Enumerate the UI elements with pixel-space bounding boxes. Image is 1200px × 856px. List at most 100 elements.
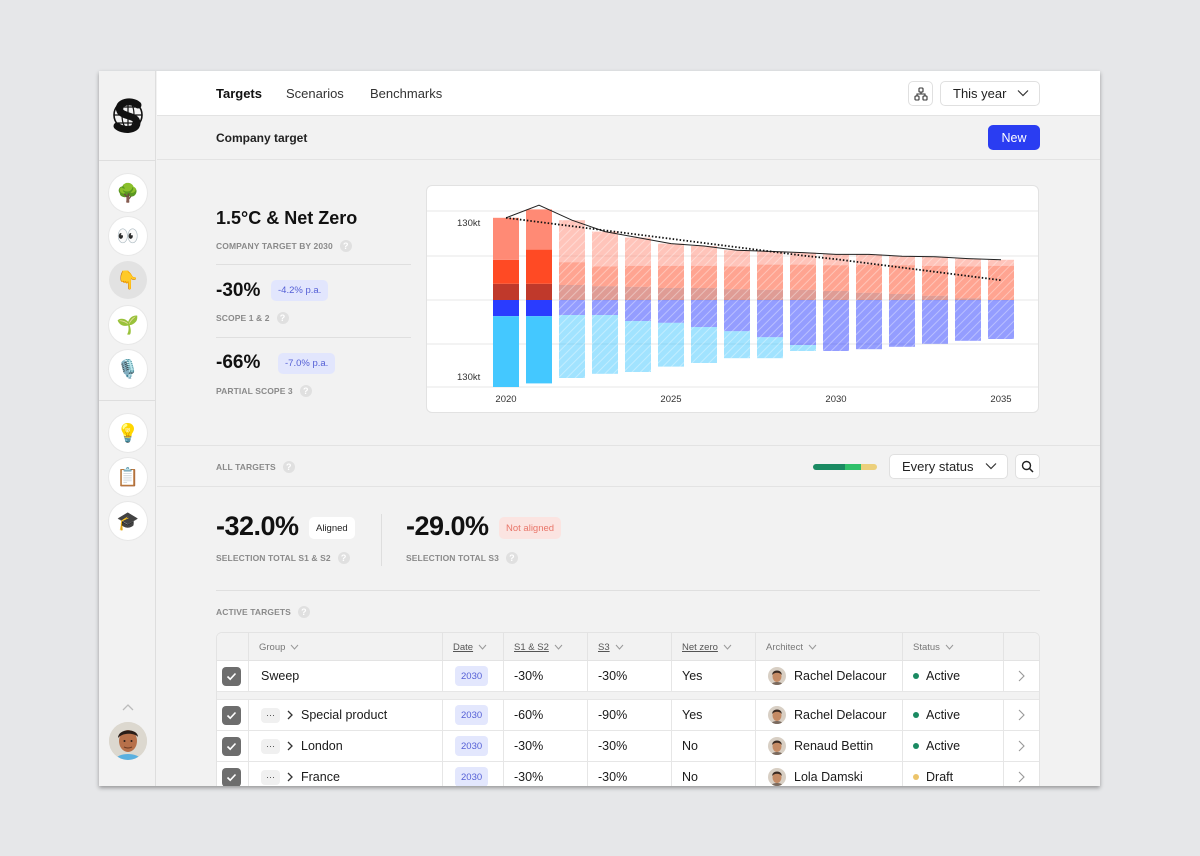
help-icon[interactable]: ?: [299, 385, 312, 397]
bar-segment[interactable]: [493, 217, 519, 260]
sidebar-item-graduation-cap[interactable]: 🎓: [109, 502, 147, 540]
row-checkbox[interactable]: [222, 767, 241, 786]
help-icon[interactable]: ?: [337, 552, 350, 564]
caption-text: SELECTION TOTAL S3: [406, 553, 499, 563]
column-header-date[interactable]: Date: [442, 633, 503, 661]
help-icon[interactable]: ?: [276, 312, 289, 324]
group-name[interactable]: London: [301, 739, 343, 753]
row-checkbox[interactable]: [222, 705, 241, 725]
more-options-button[interactable]: ···: [261, 707, 280, 723]
chevron-right-icon[interactable]: [1017, 739, 1026, 753]
chevron-down-icon: [723, 644, 732, 650]
net-zero-cell: No: [671, 731, 755, 761]
bar-segment[interactable]: [526, 316, 552, 384]
sidebar-item-microphone[interactable]: 🎙️: [109, 350, 147, 388]
tab-scenarios[interactable]: Scenarios: [286, 86, 344, 101]
more-options-button[interactable]: ···: [261, 738, 280, 754]
bar-segment[interactable]: [493, 300, 519, 317]
sidebar-item-seedling[interactable]: 🌱: [109, 306, 147, 344]
date-cell: 2030: [442, 731, 503, 761]
column-header-group[interactable]: Group: [248, 633, 442, 661]
caption-text: SELECTION TOTAL S1 & S2: [216, 553, 331, 563]
date-cell: 2030: [442, 700, 503, 730]
bar-hatch: [856, 254, 882, 265]
hierarchy-button[interactable]: [908, 81, 933, 106]
row-checkbox[interactable]: [222, 666, 241, 686]
seedling-icon: 🌱: [116, 314, 140, 335]
search-button[interactable]: [1015, 454, 1040, 479]
selection-s3-caption: SELECTION TOTAL S3 ?: [406, 552, 518, 564]
group-cell: Sweep: [248, 661, 442, 691]
more-options-button[interactable]: ···: [261, 769, 280, 785]
chevron-right-icon[interactable]: [286, 709, 294, 721]
table-row[interactable]: ··· France 2030 -30% -30% No Lola Damski…: [217, 762, 1039, 786]
chevron-right-icon[interactable]: [1017, 669, 1026, 683]
architect-name: Rachel Delacour: [794, 708, 887, 722]
bar-segment[interactable]: [493, 283, 519, 300]
chevron-right-icon[interactable]: [286, 771, 294, 783]
bar-segment[interactable]: [526, 300, 552, 317]
column-header-status[interactable]: Status: [902, 633, 1003, 661]
column-header-s12[interactable]: S1 & S2: [503, 633, 587, 661]
status-text: Active: [926, 669, 961, 683]
bar-hatch: [922, 256, 948, 266]
check-icon: [226, 711, 237, 719]
table-row[interactable]: ··· London 2030 -30% -30% No Renaud Bett…: [217, 731, 1039, 762]
tab-benchmarks[interactable]: Benchmarks: [370, 86, 442, 101]
sidebar-item-tree[interactable]: 🌳: [109, 174, 147, 212]
architect-avatar: [768, 706, 786, 724]
status-select[interactable]: Every status: [889, 454, 1008, 479]
chevron-right-icon[interactable]: [1017, 708, 1026, 722]
bar-segment[interactable]: [493, 316, 519, 387]
chevron-right-icon[interactable]: [1017, 770, 1026, 784]
status-dot-icon: [913, 673, 919, 679]
tab-targets[interactable]: Targets: [216, 86, 262, 101]
group-name[interactable]: France: [301, 770, 340, 784]
bar-hatch: [856, 300, 882, 350]
period-select[interactable]: This year: [940, 81, 1040, 106]
row-checkbox-cell: [217, 661, 248, 691]
sidebar-item-light-bulb[interactable]: 💡: [109, 414, 147, 452]
emissions-chart: 130kt 130kt 2020 2025 2030 2035: [427, 204, 1038, 405]
table-row[interactable]: ··· Special product 2030 -60% -90% Yes R…: [217, 700, 1039, 731]
bar-segment[interactable]: [526, 209, 552, 250]
caption-text: COMPANY TARGET BY 2030: [216, 241, 333, 251]
bar-segment[interactable]: [493, 259, 519, 284]
sidebar-item-clipboard[interactable]: 📋: [109, 458, 147, 496]
chevron-right-icon[interactable]: [286, 740, 294, 752]
help-icon[interactable]: ?: [505, 552, 518, 564]
sidebar-item-pointing-down[interactable]: 👇: [109, 261, 147, 299]
group-name[interactable]: Sweep: [261, 669, 299, 683]
help-icon[interactable]: ?: [297, 606, 310, 618]
eyes-icon: 👀: [116, 225, 140, 246]
period-select-value: This year: [953, 86, 1007, 101]
status-text: Active: [926, 708, 961, 722]
status-dot-icon: [913, 712, 919, 718]
column-header-net-zero[interactable]: Net zero: [671, 633, 755, 661]
scope3-value: -66%: [216, 352, 261, 373]
help-icon[interactable]: ?: [339, 240, 352, 252]
aligned-badge: Aligned: [309, 517, 355, 539]
bar-segment[interactable]: [526, 249, 552, 284]
s3-cell: -30%: [587, 762, 671, 786]
row-checkbox[interactable]: [222, 736, 241, 756]
top-nav: Targets Scenarios Benchmarks This year: [157, 71, 1100, 116]
user-avatar[interactable]: [109, 722, 147, 760]
bar-hatch: [658, 243, 684, 266]
help-icon[interactable]: ?: [282, 461, 295, 473]
logo-icon[interactable]: [110, 93, 146, 137]
table-row[interactable]: Sweep 2030 -30% -30% Yes Rachel Delacour…: [217, 661, 1039, 692]
new-button[interactable]: New: [988, 125, 1040, 150]
chevron-down-icon: [1017, 90, 1029, 97]
bar-segment[interactable]: [526, 283, 552, 300]
group-name[interactable]: Special product: [301, 708, 387, 722]
chevron-up-icon[interactable]: [121, 702, 135, 712]
group-cell: ··· London: [248, 731, 442, 761]
targets-table: Group Date S1 & S2 S3 Net zero Architect…: [216, 632, 1040, 786]
column-header-s3[interactable]: S3: [587, 633, 671, 661]
column-header-architect[interactable]: Architect: [755, 633, 902, 661]
scope12-value: -30%: [216, 280, 261, 301]
scope12-caption: SCOPE 1 & 2 ?: [216, 312, 289, 324]
y-tick-label: 130kt: [457, 372, 481, 383]
sidebar-item-eyes[interactable]: 👀: [109, 217, 147, 255]
